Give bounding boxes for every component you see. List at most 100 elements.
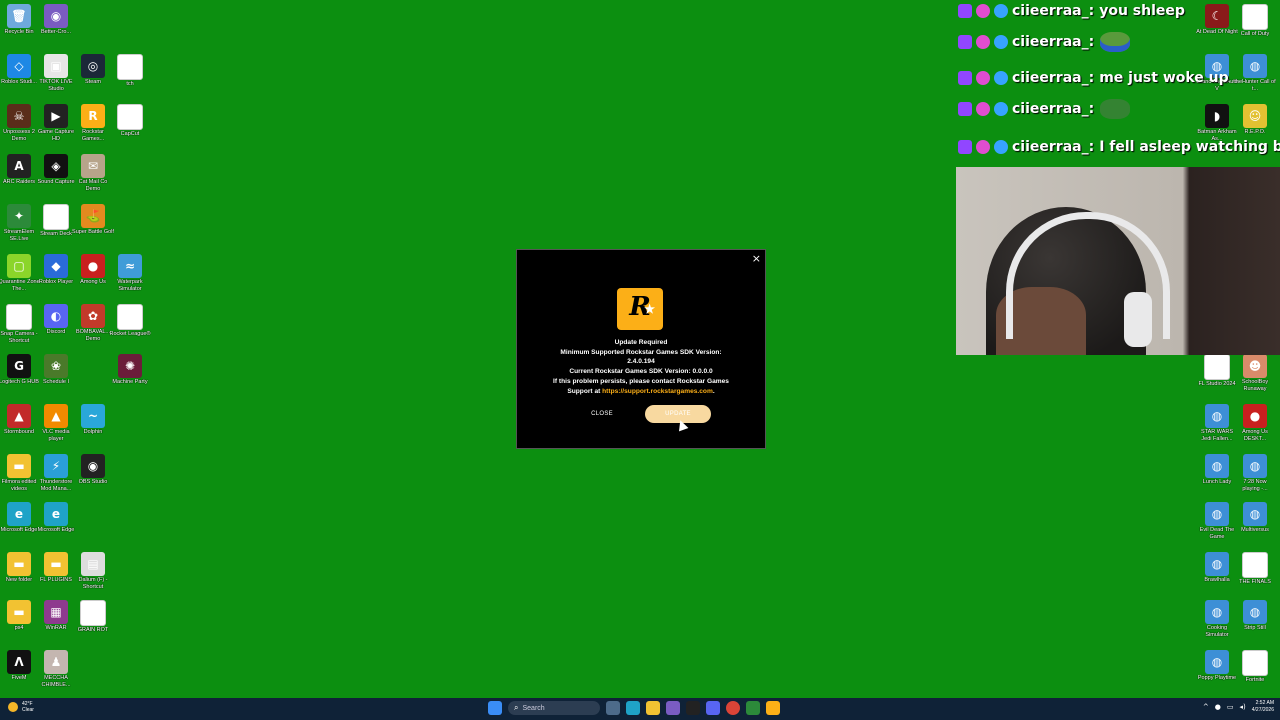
close-icon[interactable]: ×: [752, 252, 761, 265]
desktop-icon[interactable]: ▲ VLC media player: [35, 400, 77, 442]
desktop-icon[interactable]: ✿ BOMBAVAL... Demo: [72, 300, 114, 342]
desktop-icon[interactable]: ◍ 7:28 Now playing -...: [1234, 450, 1276, 492]
desktop-icon[interactable]: ▲ Stormbound: [0, 400, 40, 436]
desktop-icon[interactable]: ▬ FL PLUGINS: [35, 548, 77, 584]
desktop-icon[interactable]: ◇ Roblox Studi...: [0, 50, 40, 86]
chat-text: you shleep: [1099, 3, 1185, 19]
app-icon: ✿: [81, 304, 105, 328]
desktop-icon[interactable]: ▤ Dalium (F) - Shortcut: [72, 548, 114, 590]
app-icon: ✉: [81, 154, 105, 178]
desktop-icon[interactable]: ◉ Better-Cro...: [35, 0, 77, 36]
weather-desc: Clear: [22, 707, 34, 713]
desktop-icon[interactable]: ▬ Filmora edited videos: [0, 450, 40, 492]
desktop-icon[interactable]: ✉ Cat Mail Co Demo: [72, 150, 114, 192]
desktop-icon-label: THE FINALS: [1239, 579, 1271, 585]
support-link[interactable]: https://support.rockstargames.com: [602, 388, 713, 395]
desktop-icon[interactable]: tch: [109, 50, 151, 88]
desktop-icon-label: Roblox Studi...: [1, 79, 37, 85]
desktop-icon[interactable]: ▣ TIKTOK LIVE Studio: [35, 50, 77, 92]
desktop-icon[interactable]: Fortnite: [1234, 646, 1276, 684]
rockstar-taskbar-icon[interactable]: [766, 701, 780, 715]
turtle-emote-icon: [1100, 99, 1131, 119]
desktop-icon[interactable]: ♟ MECCHA CHIMBLE...: [35, 646, 77, 688]
desktop-icon[interactable]: Rocket League®: [109, 300, 151, 338]
heart-badge-icon: [976, 140, 990, 154]
volume-icon[interactable]: ◂): [1240, 703, 1246, 711]
desktop-icon[interactable]: ◈ Sound Capture: [35, 150, 77, 186]
desktop-icon[interactable]: FL Studio 2024: [1196, 350, 1238, 388]
desktop-icon[interactable]: ☠ Unpossess 2 Demo: [0, 100, 40, 142]
desktop-icon[interactable]: Snap Camera - Shortcut: [0, 300, 40, 344]
desktop-icon[interactable]: ◐ Discord: [35, 300, 77, 336]
desktop-icon[interactable]: ❀ Schedule I: [35, 350, 77, 386]
clock[interactable]: 2:52 AM 4/27/2026: [1252, 700, 1274, 714]
desktop-icon[interactable]: THE FINALS: [1234, 548, 1276, 586]
desktop-icon[interactable]: e Microsoft Edge: [35, 498, 77, 534]
desktop-icon[interactable]: ◍ Lunch Lady: [1196, 450, 1238, 486]
desktop-icon[interactable]: ≈ Waterpark Simulator: [109, 250, 151, 292]
desktop-icon-label: Better-Cro...: [41, 29, 71, 35]
desktop-icon[interactable]: ◍ Cooking Simulator: [1196, 596, 1238, 638]
desktop-icon[interactable]: ⚡ Thunderstore Mod Mana...: [35, 450, 77, 492]
desktop-icon[interactable]: Stream Deck: [35, 200, 77, 238]
desktop-icon[interactable]: ☻ SchoolBoy Runaway: [1234, 350, 1276, 392]
app-icon: ●: [1243, 404, 1267, 428]
desktop-icon[interactable]: ◍ STAR WARS Jedi Fallen...: [1196, 400, 1238, 442]
app-icon: ❀: [44, 354, 68, 378]
desktop-icon[interactable]: Λ FiveM: [0, 646, 40, 682]
desktop-icon[interactable]: CapCut: [109, 100, 151, 138]
desktop-icon[interactable]: ✺ Machine Party: [109, 350, 151, 386]
desktop-icon[interactable]: ◍ Multiversus: [1234, 498, 1276, 534]
close-button[interactable]: CLOSE: [573, 405, 631, 423]
desktop-icon[interactable]: ✦ StreamElem SE.Live: [0, 200, 40, 242]
desktop-icon-label: Thunderstore Mod Mana...: [39, 479, 73, 492]
desktop-icon[interactable]: A ARC Raiders: [0, 150, 40, 186]
windows-start-icon[interactable]: [488, 701, 502, 715]
desktop-icon[interactable]: ⛳ Super Battle Golf: [72, 200, 114, 236]
desktop-icon[interactable]: ◎ Steam: [72, 50, 114, 86]
desktop-icon[interactable]: 🗑 Recycle Bin: [0, 0, 40, 36]
desktop-icon[interactable]: ◍ Strip Still: [1234, 596, 1276, 632]
teams-icon[interactable]: [666, 701, 680, 715]
mic-icon[interactable]: ●: [1215, 703, 1221, 711]
app-icon: ☻: [1243, 354, 1267, 378]
desktop-icon-label: ps4: [14, 625, 24, 631]
desktop-icon[interactable]: ● Among Us: [72, 250, 114, 286]
desktop-icon[interactable]: ● Among Us DESKT...: [1234, 400, 1276, 442]
app-icon: ~: [81, 404, 105, 428]
edge-icon[interactable]: [626, 701, 640, 715]
desktop-icon-label: Poppy Playtime: [1197, 675, 1237, 681]
desktop-icon[interactable]: ◍ Evil Dead The Game: [1196, 498, 1238, 540]
network-icon[interactable]: ▭: [1227, 703, 1234, 711]
desktop-icon-label: Logitech G HUB: [0, 379, 39, 385]
desktop-icon[interactable]: R Rockstar Games...: [72, 100, 114, 142]
streamelements-icon[interactable]: [746, 701, 760, 715]
desktop-icon-label: Machine Party: [112, 379, 148, 385]
desktop-icon[interactable]: e Microsoft Edge: [0, 498, 40, 534]
task-view-icon[interactable]: [606, 701, 620, 715]
verified-badge-icon: [994, 140, 1008, 154]
app-icon: [1242, 552, 1268, 578]
file-explorer-icon[interactable]: [646, 701, 660, 715]
weather-widget[interactable]: 42°F Clear: [8, 701, 34, 713]
chrome-icon[interactable]: [726, 701, 740, 715]
chat-text: I fell asleep watching b: [1099, 139, 1280, 155]
app-icon: ◉: [44, 4, 68, 28]
desktop-icon[interactable]: GRAIN ROT: [72, 596, 114, 634]
desktop-icon[interactable]: ▶ Game Capture HD: [35, 100, 77, 142]
chevron-up-icon[interactable]: ^: [1203, 703, 1209, 711]
taskbar-search[interactable]: ⌕ Search: [508, 701, 600, 715]
desktop-icon[interactable]: ~ Dolphin: [72, 400, 114, 436]
desktop-icon[interactable]: ◆ Roblox Player: [35, 250, 77, 286]
desktop-icon[interactable]: ▢ Quarantine Zone The...: [0, 250, 40, 292]
game-capture-icon[interactable]: [686, 701, 700, 715]
desktop-icon[interactable]: ◉ OBS Studio: [72, 450, 114, 486]
desktop-icon[interactable]: ▬ ps4: [0, 596, 40, 632]
desktop-icon[interactable]: ◍ Poppy Playtime: [1196, 646, 1238, 682]
desktop-icon[interactable]: ◍ Brawlhalla: [1196, 548, 1238, 584]
desktop-icon[interactable]: ▬ New folder: [0, 548, 40, 584]
desktop-icon[interactable]: ▦ WinRAR: [35, 596, 77, 632]
discord-icon[interactable]: [706, 701, 720, 715]
app-icon: [80, 600, 106, 626]
desktop-icon[interactable]: G Logitech G HUB: [0, 350, 40, 386]
